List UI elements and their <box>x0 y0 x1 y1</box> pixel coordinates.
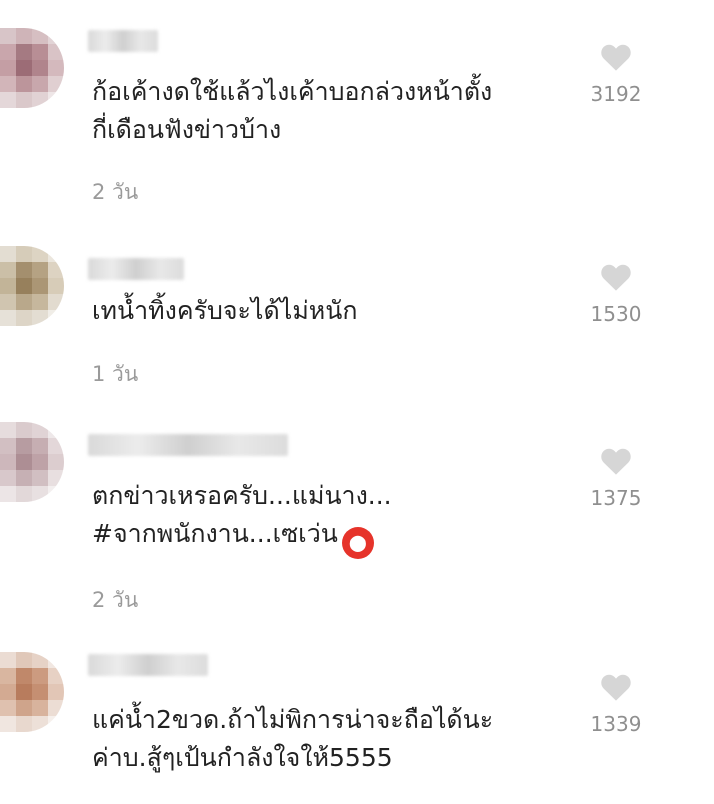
username-blurred[interactable] <box>88 654 208 676</box>
like-button[interactable]: 1530 <box>584 262 648 326</box>
heart-icon <box>601 448 631 475</box>
comment-line: ตกข่าวเหรอครับ...แม่นาง... <box>92 481 392 510</box>
heart-icon <box>601 44 631 71</box>
avatar[interactable] <box>0 28 64 108</box>
comment-text: ตกข่าวเหรอครับ...แม่นาง... #จากพนักงาน..… <box>92 477 562 559</box>
comment-time: 2 วัน <box>92 180 139 204</box>
like-count: 1530 <box>590 302 642 326</box>
comment-line: เทน้ำทิ้งครับจะได้ไม่หนัก <box>92 296 358 325</box>
username-blurred[interactable] <box>88 434 288 456</box>
username-blurred[interactable] <box>88 30 158 52</box>
comment-time: 1 วัน <box>92 362 139 386</box>
comment-line-with-emoji: #จากพนักงาน...เซเว่น ⬤ <box>92 515 562 559</box>
like-count: 3192 <box>590 82 642 106</box>
avatar[interactable] <box>0 422 64 502</box>
comment-item: แค่น้ำ2ขวด.ถ้าไม่พิการน่าจะถือได้นะ ค่าบ… <box>0 640 714 804</box>
like-count: 1339 <box>590 712 642 736</box>
like-count: 1375 <box>590 486 642 510</box>
angry-face-emoji: ⬤ <box>341 527 374 559</box>
comment-line: กี่เดือนฟังข่าวบ้าง <box>92 115 282 144</box>
heart-icon <box>601 674 631 701</box>
comment-line: แค่น้ำ2ขวด.ถ้าไม่พิการน่าจะถือได้นะ <box>92 705 494 734</box>
avatar[interactable] <box>0 652 64 732</box>
comment-text: แค่น้ำ2ขวด.ถ้าไม่พิการน่าจะถือได้นะ ค่าบ… <box>92 701 562 777</box>
comment-time: 2 วัน <box>92 588 139 612</box>
like-button[interactable]: 3192 <box>584 42 648 106</box>
like-button[interactable]: 1339 <box>584 672 648 736</box>
comment-item: ตกข่าวเหรอครับ...แม่นาง... #จากพนักงาน..… <box>0 410 714 640</box>
comment-line: ค่าบ.สู้ๆเป้นกำลังใจให้5555 <box>92 743 393 772</box>
comment-line: ก้อเค้างดใช้แล้วไงเค้าบอกล่วงหน้าตั้ง <box>92 77 493 106</box>
heart-icon <box>601 264 631 291</box>
comment-text: ก้อเค้างดใช้แล้วไงเค้าบอกล่วงหน้าตั้ง กี… <box>92 73 562 149</box>
comment-line: #จากพนักงาน...เซเว่น <box>92 519 338 548</box>
comment-item: เทน้ำทิ้งครับจะได้ไม่หนัก 1 วัน 1530 <box>0 230 714 410</box>
comment-item: ก้อเค้างดใช้แล้วไงเค้าบอกล่วงหน้าตั้ง กี… <box>0 0 714 230</box>
comment-text: เทน้ำทิ้งครับจะได้ไม่หนัก <box>92 292 562 330</box>
username-blurred[interactable] <box>88 258 184 280</box>
avatar[interactable] <box>0 246 64 326</box>
like-button[interactable]: 1375 <box>584 446 648 510</box>
